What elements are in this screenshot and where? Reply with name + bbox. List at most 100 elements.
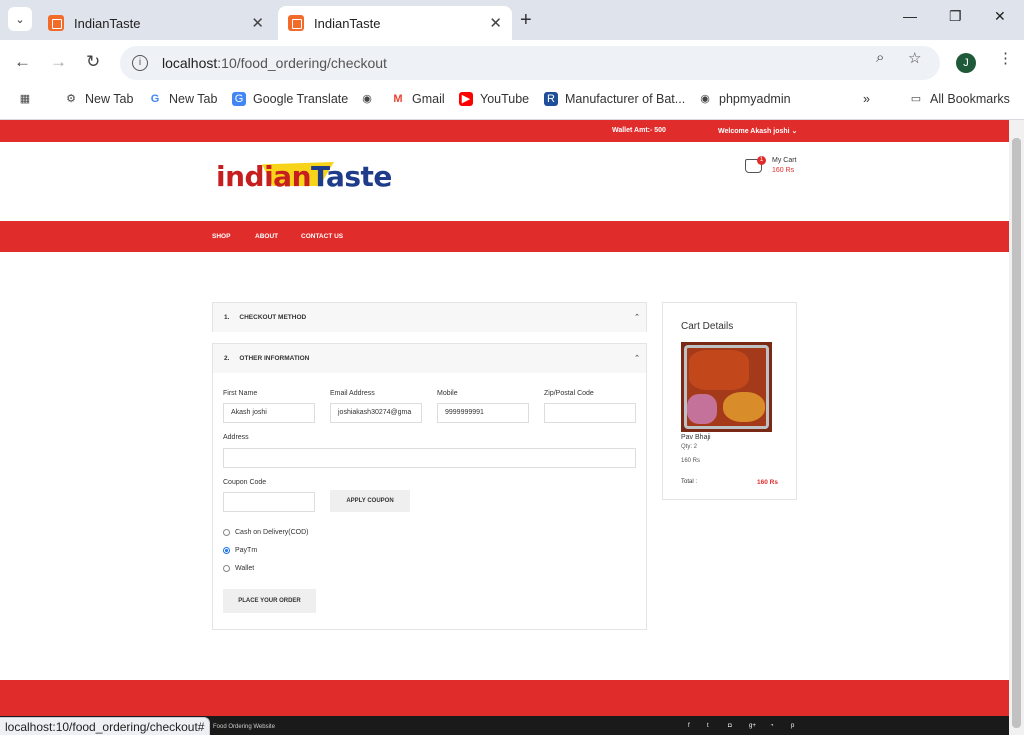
coupon-field[interactable] xyxy=(223,492,315,512)
cart-total-label: Total : xyxy=(681,479,698,485)
address-label: Address xyxy=(223,434,249,441)
bookmark-globe[interactable]: ◉ xyxy=(360,92,381,106)
facebook-icon[interactable]: f xyxy=(688,723,690,729)
zoom-icon[interactable]: ⌕ xyxy=(876,49,884,66)
chevron-up-icon: ⌃ xyxy=(634,314,640,321)
restore-icon[interactable]: ❐ xyxy=(949,8,962,25)
mobile-label: Mobile xyxy=(437,390,458,397)
wallet-amount: Wallet Amt:- 500 xyxy=(612,127,666,134)
minimize-icon[interactable]: — xyxy=(903,8,917,24)
new-tab-icon[interactable]: + xyxy=(520,9,532,32)
reload-icon[interactable]: ↻ xyxy=(86,52,100,72)
checkout-method-header[interactable]: 1. CHECKOUT METHOD ⌃ xyxy=(213,303,646,332)
translate-icon: G xyxy=(232,92,246,106)
email-field[interactable]: joshiakash30274@gma xyxy=(330,403,422,423)
chevron-down-icon: ⌄ xyxy=(791,128,798,135)
chevron-up-icon: ⌃ xyxy=(634,355,640,362)
checkout-method-panel: 1. CHECKOUT METHOD ⌃ xyxy=(212,302,647,332)
browser-tab-bar: ⌄ IndianTaste ✕ IndianTaste ✕ + — ❐ ✕ xyxy=(0,0,1024,40)
youtube-icon: ▶ xyxy=(459,92,473,106)
folder-icon: ▭ xyxy=(910,93,922,105)
bookmark-manufacturer[interactable]: R Manufacturer of Bat... xyxy=(544,92,685,106)
other-information-panel: 2. OTHER INFORMATION ⌃ First Name Email … xyxy=(212,343,647,630)
web-page: Wallet Amt:- 500 Welcome Akash joshi ⌄ i… xyxy=(0,120,1009,735)
bookmark-new-tab-2[interactable]: G New Tab xyxy=(148,92,218,106)
welcome-dropdown[interactable]: Welcome Akash joshi ⌄ xyxy=(718,127,797,135)
tab-search-icon[interactable]: ⌄ xyxy=(8,7,32,31)
site-info-icon[interactable]: i xyxy=(132,55,148,71)
cart-item-name[interactable]: Pav Bhaji xyxy=(681,434,711,441)
pinterest-icon[interactable]: p xyxy=(791,723,794,729)
status-bar-url: localhost:10/food_ordering/checkout# xyxy=(0,717,211,735)
all-bookmarks[interactable]: ▭ All Bookmarks xyxy=(909,92,1010,106)
close-tab-icon[interactable]: ✕ xyxy=(489,14,502,32)
place-order-button[interactable]: PLACE YOUR ORDER xyxy=(223,589,316,613)
page-scrollbar[interactable] xyxy=(1009,120,1024,735)
google-plus-icon[interactable]: g+ xyxy=(749,723,756,729)
pav-bhaji-image[interactable] xyxy=(681,342,772,432)
first-name-field[interactable]: Akash joshi xyxy=(223,403,315,423)
bookmark-phpmyadmin[interactable]: ◉ phpmyadmin xyxy=(698,92,790,106)
payment-paytm-radio[interactable]: PayTm xyxy=(223,547,257,554)
profile-avatar[interactable]: J xyxy=(956,53,976,73)
footer-red-band xyxy=(0,680,1009,716)
menu-kebab-icon[interactable]: ⋮ xyxy=(998,49,1013,67)
more-bookmarks-icon[interactable]: » xyxy=(863,92,870,106)
twitter-icon[interactable]: t xyxy=(707,723,709,729)
site-logo[interactable]: indianTaste xyxy=(216,160,392,193)
apply-coupon-button[interactable]: APPLY COUPON xyxy=(330,490,410,512)
address-bar[interactable]: i localhost:10/food_ordering/checkout xyxy=(120,46,940,80)
cart-item-qty: Qty: 2 xyxy=(681,444,698,450)
mobile-field[interactable]: 9999999991 xyxy=(437,403,529,423)
r-icon: R xyxy=(544,92,558,106)
main-nav: SHOP ABOUT CONTACT US xyxy=(0,221,1009,252)
cart-details-panel: Cart Details Pav Bhaji Qty: 2 160 Rs Tot… xyxy=(662,302,797,500)
forward-icon[interactable]: → xyxy=(50,52,67,72)
scrollbar-thumb[interactable] xyxy=(1012,138,1021,728)
other-information-header[interactable]: 2. OTHER INFORMATION ⌃ xyxy=(213,344,646,373)
radio-circle xyxy=(223,529,230,536)
bookmark-youtube[interactable]: ▶ YouTube xyxy=(459,92,529,106)
radio-circle-selected xyxy=(223,547,230,554)
apps-grid-icon[interactable]: ▦ xyxy=(18,92,39,106)
cart-label: My Cart xyxy=(772,157,797,164)
first-name-label: First Name xyxy=(223,390,258,397)
bookmarks-bar: ▦ ⚙ New Tab G New Tab G Google Translate ◉ … xyxy=(0,86,1024,114)
bookmark-google-translate[interactable]: G Google Translate xyxy=(232,92,348,106)
rss-icon[interactable]: ◔ xyxy=(770,723,774,729)
footer-text: Food Ordering Website xyxy=(213,724,275,730)
bookmark-gmail[interactable]: M Gmail xyxy=(391,92,444,106)
bookmark-new-tab-1[interactable]: ⚙ New Tab xyxy=(64,92,133,106)
email-label: Email Address xyxy=(330,390,375,397)
cart-details-title: Cart Details xyxy=(681,321,734,332)
payment-cod-radio[interactable]: Cash on Delivery(COD) xyxy=(223,529,309,536)
address-field[interactable] xyxy=(223,448,636,468)
zip-field[interactable] xyxy=(544,403,636,423)
close-tab-icon[interactable]: ✕ xyxy=(251,14,264,32)
cart-total-value: 160 Rs xyxy=(757,479,778,486)
zip-label: Zip/Postal Code xyxy=(544,390,594,397)
nav-about[interactable]: ABOUT xyxy=(255,233,278,240)
globe-icon: ◉ xyxy=(362,93,372,105)
browser-toolbar: ← → ↻ i localhost:10/food_ordering/check… xyxy=(0,40,1024,86)
nav-shop[interactable]: SHOP xyxy=(212,233,230,240)
top-bar: Wallet Amt:- 500 Welcome Akash joshi ⌄ xyxy=(0,120,1009,142)
instagram-icon[interactable]: ◘ xyxy=(728,723,732,729)
cart-count-badge: 1 xyxy=(757,156,766,165)
radio-circle xyxy=(223,565,230,572)
payment-wallet-radio[interactable]: Wallet xyxy=(223,565,254,572)
xampp-favicon-icon xyxy=(288,15,304,31)
url-host: localhost xyxy=(162,55,218,71)
back-icon[interactable]: ← xyxy=(14,52,31,72)
close-window-icon[interactable]: ✕ xyxy=(994,8,1006,25)
url-path: :10/food_ordering/checkout xyxy=(217,55,387,71)
tab-title: IndianTaste xyxy=(314,15,381,31)
browser-tab-2[interactable]: IndianTaste ✕ xyxy=(278,6,512,40)
bookmark-star-icon[interactable]: ☆ xyxy=(908,49,921,67)
gmail-icon: M xyxy=(393,93,403,105)
cart-total: 160 Rs xyxy=(772,167,795,174)
tab-title: IndianTaste xyxy=(74,15,141,31)
gear-icon: ⚙ xyxy=(66,93,76,105)
nav-contact-us[interactable]: CONTACT US xyxy=(301,233,343,240)
browser-tab-1[interactable]: IndianTaste ✕ xyxy=(38,6,274,40)
